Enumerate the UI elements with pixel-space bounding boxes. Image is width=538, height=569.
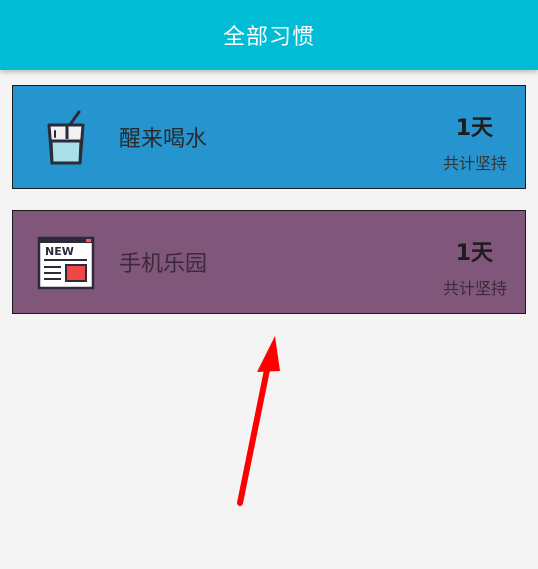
drink-cup-icon — [47, 110, 85, 165]
habit-card-phone-park[interactable]: NEW 手机乐园 1天 共计坚持 — [12, 210, 526, 314]
habit-name: 醒来喝水 — [119, 127, 208, 152]
news-window-icon: NEW — [37, 236, 95, 290]
habit-count-label: 共计坚持 — [442, 154, 507, 173]
habit-name: 手机乐园 — [119, 252, 208, 277]
habit-count-label: 共计坚持 — [442, 279, 507, 298]
habit-card-drink-water[interactable]: 醒来喝水 1天 共计坚持 — [12, 85, 526, 189]
app-bar: 全部习惯 — [0, 0, 538, 70]
habit-day-count: 1天 — [455, 241, 493, 266]
svg-text:NEW: NEW — [45, 245, 74, 258]
habit-day-count: 1天 — [455, 116, 493, 141]
page-title: 全部习惯 — [222, 25, 315, 50]
app-screen: 全部习惯 醒来喝水 1天 共计坚持 NEW 手机乐园 1天 共计坚持 — [0, 0, 538, 569]
